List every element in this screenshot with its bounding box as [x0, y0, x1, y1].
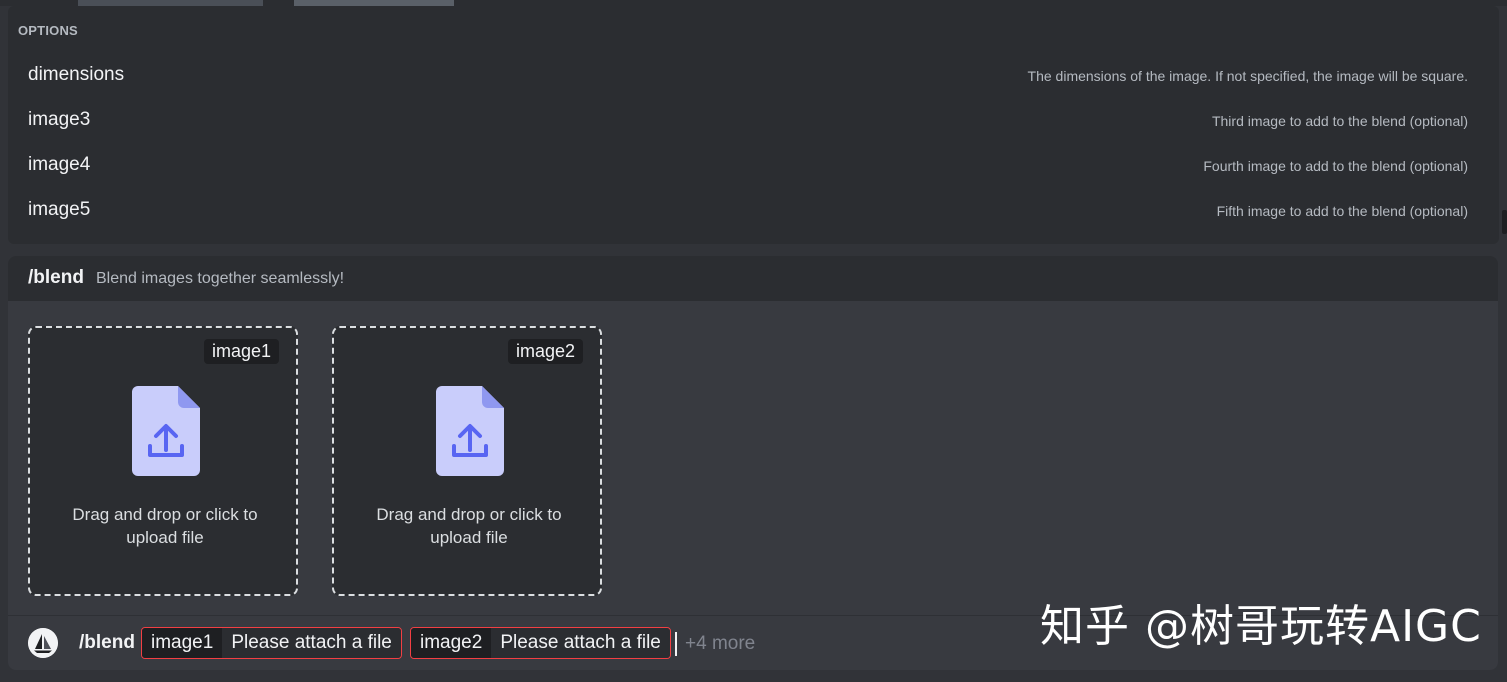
option-name: image3: [28, 109, 91, 130]
sailboat-icon: [28, 628, 58, 658]
option-description: The dimensions of the image. If not spec…: [1027, 68, 1468, 84]
option-image3[interactable]: image3 Third image to add to the blend (…: [8, 101, 1499, 146]
dropzone-text-line: upload file: [126, 528, 204, 547]
dropzone-label: image1: [203, 339, 279, 364]
param-value: Please attach a file: [491, 628, 670, 658]
param-key: image1: [142, 628, 223, 658]
option-description: Fifth image to add to the blend (optiona…: [1216, 203, 1468, 219]
option-name: image4: [28, 154, 91, 175]
param-chip-image1[interactable]: image1 Please attach a file: [141, 627, 402, 659]
dropzone-text-line: upload file: [430, 528, 508, 547]
param-value: Please attach a file: [222, 628, 401, 658]
dropzone-text-line: Drag and drop or click to: [376, 505, 562, 524]
param-chip-image2[interactable]: image2 Please attach a file: [410, 627, 671, 659]
upload-dropzone-image1[interactable]: image1 Drag and drop or click to upload …: [28, 326, 298, 596]
watermark: 知乎 @树哥玩转AIGC: [1040, 601, 1482, 652]
param-key: image2: [411, 628, 492, 658]
dropzone-label: image2: [507, 339, 583, 364]
upload-file-icon: [436, 386, 504, 476]
dropzone-text: Drag and drop or click to upload file: [30, 503, 300, 549]
option-dimensions[interactable]: dimensions The dimensions of the image. …: [8, 56, 1499, 101]
scrollbar-thumb[interactable]: [1502, 210, 1507, 234]
dropzone-text: Drag and drop or click to upload file: [334, 503, 604, 549]
bot-avatar: [28, 628, 58, 658]
option-description: Third image to add to the blend (optiona…: [1211, 113, 1468, 129]
more-options-indicator[interactable]: +4 more: [685, 633, 755, 655]
options-header: OPTIONS: [18, 23, 78, 38]
command-name: /blend: [28, 267, 84, 288]
options-panel: OPTIONS dimensions The dimensions of the…: [8, 6, 1499, 244]
option-description: Fourth image to add to the blend (option…: [1203, 158, 1468, 174]
option-name: image5: [28, 199, 91, 220]
dropzone-text-line: Drag and drop or click to: [72, 505, 258, 524]
command-header: /blend Blend images together seamlessly!: [8, 256, 1498, 301]
option-name: dimensions: [28, 64, 125, 85]
upload-file-icon: [132, 386, 200, 476]
command-description: Blend images together seamlessly!: [96, 270, 345, 287]
text-caret: [675, 632, 677, 656]
upload-dropzone-image2[interactable]: image2 Drag and drop or click to upload …: [332, 326, 602, 596]
input-command: /blend: [79, 632, 135, 653]
option-image4[interactable]: image4 Fourth image to add to the blend …: [8, 146, 1499, 191]
option-image5[interactable]: image5 Fifth image to add to the blend (…: [8, 191, 1499, 236]
